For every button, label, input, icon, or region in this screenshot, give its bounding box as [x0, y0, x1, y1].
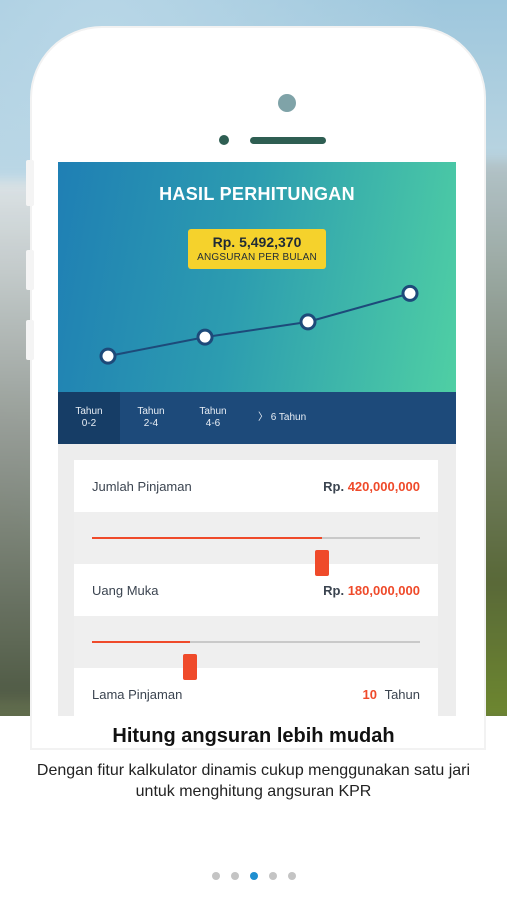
tab-label: 〉 6 Tahun [258, 412, 307, 423]
slider-fill [92, 537, 322, 539]
page-indicator [0, 872, 507, 880]
page-dot[interactable] [249, 872, 258, 880]
loan-amount-row: Jumlah Pinjaman Rp. 420,000,000 [74, 460, 438, 512]
down-payment-display: Rp. 180,000,000 [323, 583, 420, 598]
installment-badge: Rp. 5,492,370 ANGSURAN PER BULAN [188, 229, 326, 269]
currency-prefix: Rp. [323, 478, 345, 494]
trend-line [107, 292, 411, 358]
down-payment-label: Uang Muka [92, 582, 159, 598]
installment-caption: ANGSURAN PER BULAN [197, 252, 317, 263]
loan-term-value: 10 [362, 686, 377, 702]
trend-point [196, 328, 214, 346]
tab-label: Tahun [75, 406, 103, 417]
loan-amount-slider[interactable] [92, 537, 420, 576]
loan-term-label: Lama Pinjaman [92, 686, 183, 702]
installment-trend-chart [99, 284, 419, 365]
loan-term-display: 10 Tahun [362, 687, 420, 702]
tab-range: 0-2 [81, 418, 97, 429]
page-dot[interactable] [268, 872, 277, 880]
trend-point [401, 284, 419, 302]
tab-label: Tahun [199, 406, 227, 417]
tab-range: 4-6 [205, 418, 221, 429]
loan-amount-label: Jumlah Pinjaman [92, 478, 192, 494]
slider-fill [92, 641, 191, 643]
result-title: HASIL PERHITUNGAN [159, 184, 355, 204]
page-dot[interactable] [211, 872, 220, 880]
onboarding-headline: Hitung angsuran lebih mudah [112, 725, 395, 747]
down-payment-row: Uang Muka Rp. 180,000,000 [74, 564, 438, 616]
installment-amount: Rp. 5,492,370 [212, 234, 302, 250]
phone-side-button [26, 320, 34, 360]
currency-prefix: Rp. [323, 582, 345, 598]
tab-above-6-tahun[interactable]: 〉 6 Tahun [244, 392, 334, 444]
tab-tahun-4-6[interactable]: Tahun 4-6 [182, 392, 244, 444]
tab-range: 2-4 [143, 418, 159, 429]
tab-tahun-0-2[interactable]: Tahun 0-2 [58, 392, 120, 444]
trend-point [99, 347, 117, 365]
earpiece-speaker [250, 137, 326, 144]
phone-side-button [26, 160, 34, 206]
down-payment-slider[interactable] [92, 641, 420, 680]
loan-term-row: Lama Pinjaman 10 Tahun [74, 668, 438, 716]
phone-side-button [26, 250, 34, 290]
down-payment-value: 180,000,000 [347, 582, 420, 598]
page-dot[interactable] [230, 872, 239, 880]
loan-term-unit: Tahun [384, 686, 420, 702]
loan-amount-display: Rp. 420,000,000 [323, 479, 420, 494]
calculator-form: Jumlah Pinjaman Rp. 420,000,000 Uang Muk… [74, 460, 438, 716]
period-tabs: Tahun 0-2 Tahun 2-4 Tahun 4-6 〉 6 Tahun [58, 392, 456, 444]
down-payment-slider-area [74, 616, 438, 680]
onboarding-description: Dengan fitur kalkulator dinamis cukup me… [36, 762, 471, 800]
loan-amount-slider-area [74, 512, 438, 576]
result-header: HASIL PERHITUNGAN Rp. 5,492,370 ANGSURAN… [58, 162, 456, 392]
front-camera [278, 94, 296, 112]
proximity-sensor [219, 135, 229, 145]
tab-label: Tahun [137, 406, 165, 417]
app-screen: HASIL PERHITUNGAN Rp. 5,492,370 ANGSURAN… [58, 162, 456, 716]
tab-tahun-2-4[interactable]: Tahun 2-4 [120, 392, 182, 444]
trend-point [299, 313, 317, 331]
page-dot[interactable] [287, 872, 296, 880]
loan-amount-value: 420,000,000 [347, 478, 420, 494]
